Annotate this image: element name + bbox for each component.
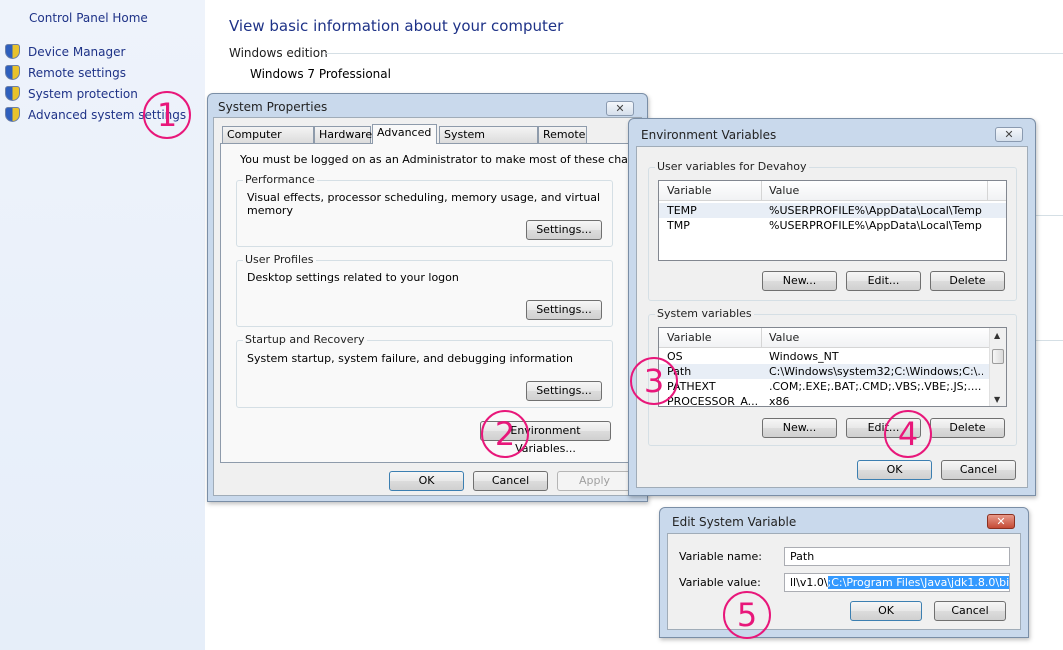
close-icon[interactable]: ✕ [995,127,1023,142]
list-header: Variable Value [659,181,1006,201]
list-header: Variable Value [659,328,990,348]
value-unselected-text: ll\v1.0\ [790,576,828,589]
remote-settings-link[interactable]: Remote settings [5,62,186,83]
tab-system-protection[interactable]: System Protection [439,126,538,156]
variable-name: PROCESSOR_A... [667,395,759,407]
user-profiles-settings-button[interactable]: Settings... [526,300,602,320]
variable-value: C:\Windows\system32;C:\Windows;C:\... [769,365,983,378]
cancel-button[interactable]: Cancel [473,471,548,491]
group-description: Visual effects, processor scheduling, me… [247,191,601,217]
system-variables-list[interactable]: Variable Value OS Windows_NT Path C:\Win… [658,327,1007,407]
shield-icon [5,65,20,80]
column-header-variable[interactable]: Variable [667,184,712,197]
tab-advanced[interactable]: Advanced [372,124,437,144]
column-divider [761,181,762,201]
scroll-thumb[interactable] [992,349,1004,364]
list-item[interactable]: Path C:\Windows\system32;C:\Windows;C:\.… [659,364,990,379]
step-callout-2: 2 [481,410,529,458]
startup-recovery-settings-button[interactable]: Settings... [526,381,602,401]
close-icon[interactable]: ✕ [987,514,1015,529]
list-item[interactable]: OS Windows_NT [659,349,990,364]
variable-name: TEMP [667,204,697,217]
system-new-button[interactable]: New... [762,418,837,438]
vertical-scrollbar[interactable]: ▲ ▼ [989,328,1006,406]
scroll-up-arrow-icon[interactable]: ▲ [994,331,1000,340]
group-label: System variables [655,307,754,320]
group-description: Desktop settings related to your logon [247,271,459,284]
variable-value-label: Variable value: [679,576,761,589]
column-header-value[interactable]: Value [769,331,799,344]
tab-hardware[interactable]: Hardware [314,126,372,143]
shield-icon [5,44,20,59]
column-header-variable[interactable]: Variable [667,331,712,344]
performance-settings-button[interactable]: Settings... [526,220,602,240]
section-divider [326,53,1063,54]
step-callout-4: 4 [884,410,932,458]
ok-button[interactable]: OK [389,471,464,491]
user-variables-list[interactable]: Variable Value TEMP %USERPROFILE%\AppDat… [658,180,1007,261]
link-label: Device Manager [28,44,126,59]
variable-value-field[interactable]: ll\v1.0\;C:\Program Files\Java\jdk1.8.0\… [784,573,1010,592]
column-divider [987,181,988,201]
column-divider [761,328,762,348]
page-title: View basic information about your comput… [229,17,564,35]
window-title: System Properties [218,100,328,114]
user-delete-button[interactable]: Delete [930,271,1005,291]
group-description: System startup, system failure, and debu… [247,352,573,365]
device-manager-link[interactable]: Device Manager [5,41,186,62]
window-title: Edit System Variable [672,515,797,529]
group-label: Startup and Recovery [243,333,367,346]
variable-name: TMP [667,219,690,232]
cancel-button[interactable]: Cancel [941,460,1016,480]
variable-value: %USERPROFILE%\AppData\Local\Temp [769,204,982,217]
column-header-value[interactable]: Value [769,184,799,197]
link-label: System protection [28,86,138,101]
group-label: Performance [243,173,317,186]
section-heading: Windows edition [229,46,328,60]
window-title: Environment Variables [641,128,777,142]
group-label: User variables for Devahoy [655,160,809,173]
apply-button: Apply [557,471,632,491]
variable-name-field[interactable]: Path [784,547,1010,566]
variable-value: %USERPROFILE%\AppData\Local\Temp [769,219,982,232]
variable-name: OS [667,350,683,363]
step-callout-3: 3 [630,357,678,405]
scroll-down-arrow-icon[interactable]: ▼ [994,395,1000,404]
group-label: User Profiles [243,253,316,266]
tab-remote[interactable]: Remote [538,126,587,143]
windows-edition-value: Windows 7 Professional [250,67,391,81]
shield-icon [5,86,20,101]
step-callout-1: 1 [143,91,191,139]
admin-note: You must be logged on as an Administrato… [240,153,658,166]
control-panel-home-link[interactable]: Control Panel Home [29,11,148,25]
variable-name-label: Variable name: [679,550,762,563]
tab-computer-name[interactable]: Computer Name [222,126,314,156]
system-delete-button[interactable]: Delete [930,418,1005,438]
value-selected-text: ;C:\Program Files\Java\jdk1.8.0\bin [827,576,1009,589]
user-new-button[interactable]: New... [762,271,837,291]
ok-button[interactable]: OK [850,601,922,621]
close-icon[interactable]: ✕ [606,101,634,116]
list-item[interactable]: PATHEXT .COM;.EXE;.BAT;.CMD;.VBS;.VBE;.J… [659,379,990,394]
cancel-button[interactable]: Cancel [934,601,1006,621]
variable-value: Windows_NT [769,350,839,363]
step-callout-5: 5 [723,591,771,639]
list-item[interactable]: TMP %USERPROFILE%\AppData\Local\Temp [659,218,1006,233]
user-edit-button[interactable]: Edit... [846,271,921,291]
variable-value: x86 [769,395,790,407]
list-item[interactable]: TEMP %USERPROFILE%\AppData\Local\Temp [659,203,1006,218]
link-label: Remote settings [28,65,126,80]
shield-icon [5,107,20,122]
variable-value: .COM;.EXE;.BAT;.CMD;.VBS;.VBE;.JS;.... [769,380,982,393]
list-item[interactable]: PROCESSOR_A... x86 [659,394,990,407]
ok-button[interactable]: OK [857,460,932,480]
